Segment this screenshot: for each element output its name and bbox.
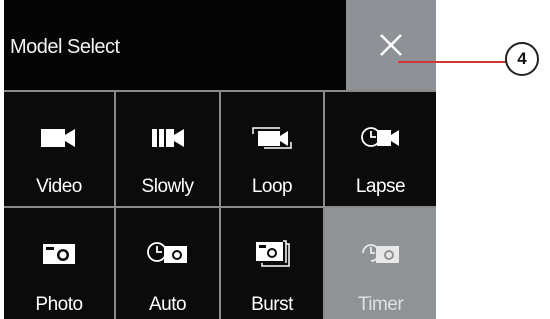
- mode-tile-loop[interactable]: Loop: [221, 90, 325, 206]
- slow-motion-icon: [151, 129, 184, 147]
- mode-tile-slowly[interactable]: Slowly: [116, 90, 221, 206]
- auto-photo-icon: [146, 242, 187, 263]
- mode-tile-lapse[interactable]: Lapse: [325, 90, 436, 206]
- mode-select-screen: Model Select Video Slowly Loop Lapse Pho…: [0, 0, 436, 319]
- mode-label: Video: [36, 176, 82, 197]
- photo-camera-icon: [43, 244, 75, 264]
- mode-label: Timer: [357, 294, 404, 315]
- callout-number-badge: 4: [505, 42, 539, 76]
- close-icon: [380, 34, 402, 56]
- mode-label: Photo: [35, 294, 83, 315]
- mode-label: Burst: [251, 294, 293, 315]
- mode-label: Auto: [148, 294, 187, 315]
- mode-label: Loop: [251, 176, 293, 197]
- mode-tile-timer[interactable]: Timer: [325, 206, 436, 319]
- burst-photo-icon: [256, 240, 290, 267]
- close-button[interactable]: [346, 0, 436, 90]
- mode-tile-video[interactable]: Video: [4, 90, 116, 206]
- page-title: Model Select: [10, 36, 120, 58]
- mode-tile-auto[interactable]: Auto: [116, 206, 221, 319]
- header-bar: Model Select: [4, 0, 436, 90]
- mode-grid: Video Slowly Loop Lapse Photo Auto Burst…: [4, 90, 436, 319]
- mode-tile-burst[interactable]: Burst: [221, 206, 325, 319]
- callout-pointer-line: [398, 61, 506, 63]
- video-camera-icon: [41, 129, 75, 147]
- self-timer-icon: [361, 244, 399, 263]
- mode-label: Slowly: [141, 176, 194, 197]
- loop-record-icon: [252, 127, 292, 149]
- mode-label: Lapse: [355, 176, 406, 197]
- mode-tile-photo[interactable]: Photo: [4, 206, 116, 319]
- time-lapse-icon: [360, 127, 399, 147]
